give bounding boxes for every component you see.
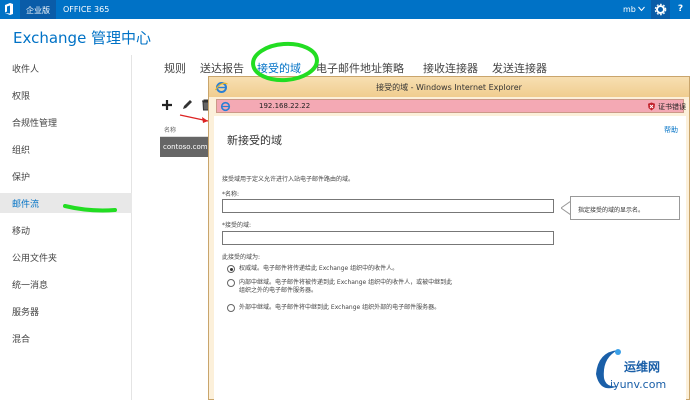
nav-item-organization[interactable]: 组织 xyxy=(0,139,132,159)
office-logo-icon[interactable] xyxy=(4,3,14,15)
address-bar[interactable]: 192.168.22.22 证书错误 xyxy=(216,99,686,113)
nav-item-mail-flow[interactable]: 邮件流 xyxy=(0,193,132,213)
left-nav: 收件人 权限 合规性管理 组织 保护 邮件流 移动 公用文件夹 统一消息 服务器… xyxy=(0,55,132,400)
name-field-label: *名称: xyxy=(222,191,240,198)
chevron-down-icon[interactable] xyxy=(638,6,645,12)
nav-item-compliance[interactable]: 合规性管理 xyxy=(0,112,132,132)
radio-label: 权威域。电子邮件将传递给此 Exchange 组织中的收件人。 xyxy=(239,265,399,272)
help-link[interactable]: 帮助 xyxy=(664,125,678,135)
nav-item-permissions[interactable]: 权限 xyxy=(0,85,132,105)
tab-receive-connectors[interactable]: 接收连接器 xyxy=(423,60,478,76)
cert-error-label[interactable]: 证书错误 xyxy=(658,102,686,112)
accepted-domain-field[interactable] xyxy=(222,231,554,245)
ie-window-title: 接受的域 - Windows Internet Explorer xyxy=(376,83,522,92)
tab-delivery-reports[interactable]: 送达报告 xyxy=(200,60,244,76)
ie-page-icon xyxy=(220,101,231,112)
tab-accepted-domains[interactable]: 接受的域 xyxy=(257,60,301,76)
shield-error-icon[interactable] xyxy=(647,102,656,111)
watermark-brand: 运维网 xyxy=(624,360,661,374)
add-icon[interactable] xyxy=(160,98,174,112)
radio-label: 内部中继域。电子邮件将被传递到此 Exchange 组织中的收件人，或被中继到此 xyxy=(239,279,453,286)
accepted-domain-field-label: *接受的域: xyxy=(222,222,252,229)
watermark-url: iyunv.com xyxy=(610,378,667,391)
nav-item-public-folders[interactable]: 公用文件夹 xyxy=(0,247,132,267)
address-url[interactable]: 192.168.22.22 xyxy=(259,102,310,110)
tab-office365[interactable]: OFFICE 365 xyxy=(63,5,109,14)
radio-button[interactable] xyxy=(227,304,235,312)
nav-item-hybrid[interactable]: 混合 xyxy=(0,328,132,348)
column-header-name[interactable]: 名称 xyxy=(160,125,215,137)
tab-email-address-policies[interactable]: 电子邮件地址策略 xyxy=(316,60,404,76)
radio-label: 外部中继域。电子邮件将中继到此 Exchange 组织外部的电子邮件服务器。 xyxy=(239,304,441,311)
nav-item-recipients[interactable]: 收件人 xyxy=(0,58,132,78)
nav-item-mobile[interactable]: 移动 xyxy=(0,220,132,240)
top-bar: 企业版 OFFICE 365 mb ? xyxy=(0,0,690,19)
name-field[interactable] xyxy=(222,199,554,213)
dialog-description: 接受域用于定义允许进行入站电子邮件路由的域。 xyxy=(222,176,355,183)
ie-title-bar[interactable]: 接受的域 - Windows Internet Explorer xyxy=(209,77,689,97)
gear-icon xyxy=(654,3,667,16)
radio-label-line2: 组织之外的电子邮件服务器。 xyxy=(239,287,318,294)
page-title: Exchange 管理中心 xyxy=(13,29,152,47)
red-arrow xyxy=(179,114,209,122)
nav-item-servers[interactable]: 服务器 xyxy=(0,301,132,321)
dialog-title: 新接受的域 xyxy=(227,134,282,147)
radio-button-checked[interactable] xyxy=(227,265,235,273)
edit-icon[interactable] xyxy=(180,98,194,112)
radio-button[interactable] xyxy=(227,279,235,287)
tab-send-connectors[interactable]: 发送连接器 xyxy=(492,60,547,76)
domain-type-label: 此接受的域为: xyxy=(222,254,261,261)
nav-item-unified-messaging[interactable]: 统一消息 xyxy=(0,274,132,294)
help-button[interactable]: ? xyxy=(671,0,690,19)
watermark: 运维网 iyunv.com xyxy=(588,344,688,400)
tab-enterprise[interactable]: 企业版 xyxy=(20,0,56,19)
table-row[interactable]: contoso.com xyxy=(160,137,215,157)
tab-rules[interactable]: 规则 xyxy=(164,60,186,76)
name-field-tooltip: 指定接受的域的显示名。 xyxy=(570,196,680,220)
settings-button[interactable] xyxy=(651,0,670,19)
nav-item-protection[interactable]: 保护 xyxy=(0,166,132,186)
user-menu[interactable]: mb xyxy=(623,5,636,14)
